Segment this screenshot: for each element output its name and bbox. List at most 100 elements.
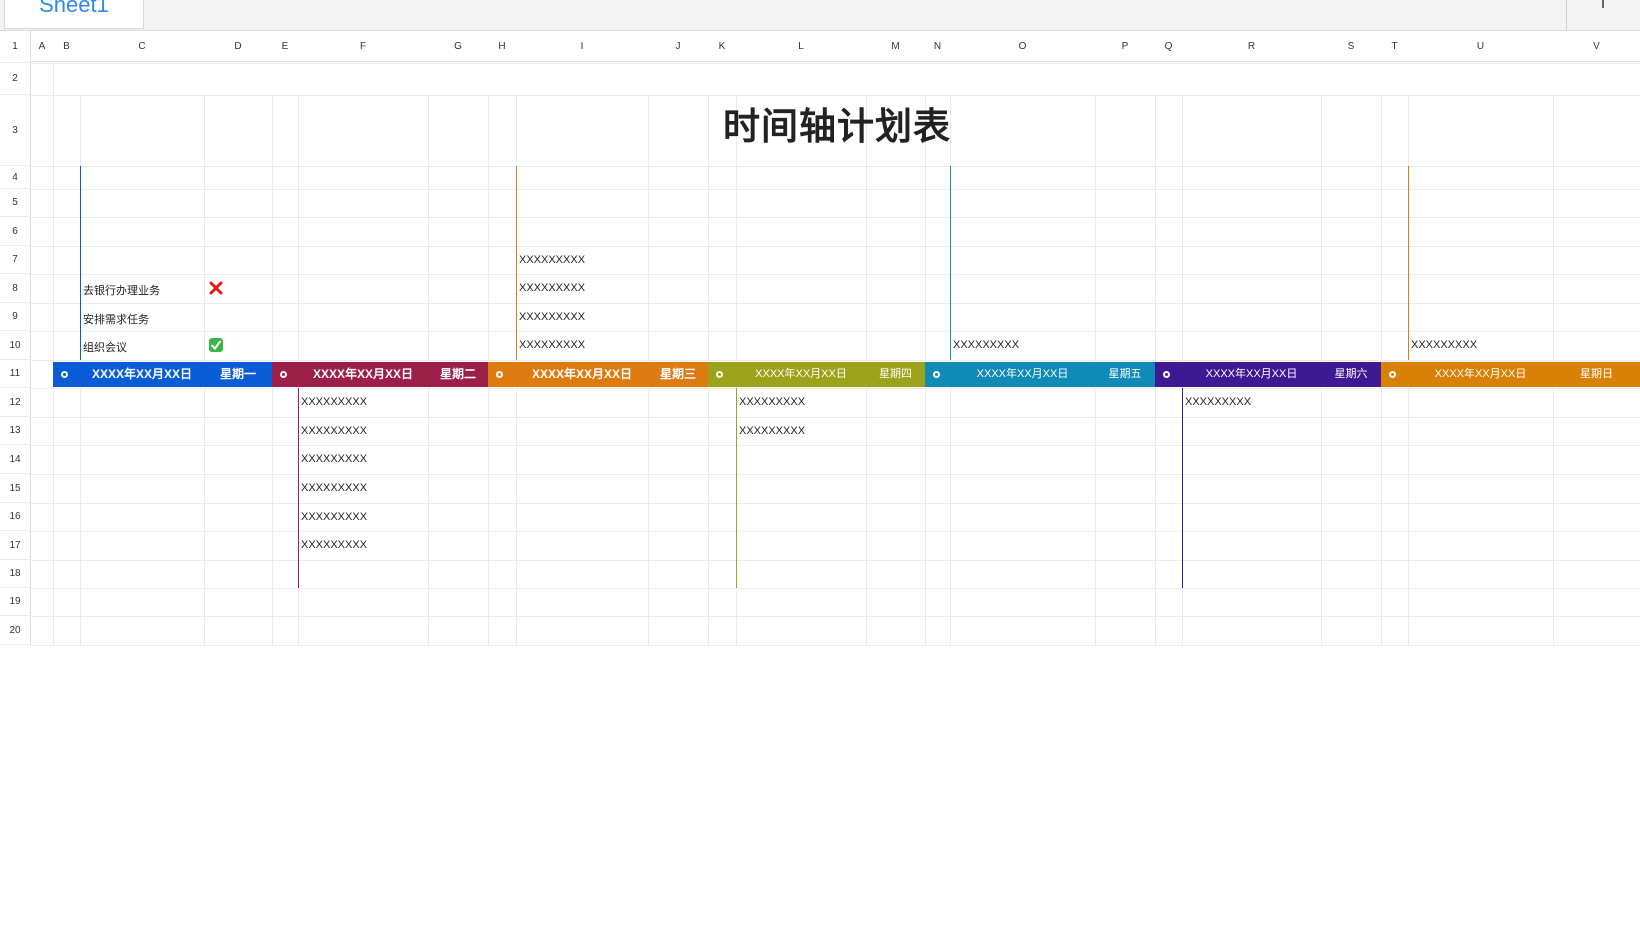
grid-row-line: [31, 417, 1640, 418]
timeline-connector: [298, 388, 299, 588]
column-header-e[interactable]: E: [272, 31, 298, 62]
column-header-b[interactable]: B: [53, 31, 80, 62]
day-date: XXXX年XX月XX日: [755, 368, 847, 380]
grid-row-line: [31, 166, 1640, 167]
day-date: XXXX年XX月XX日: [312, 367, 414, 381]
day-date: XXXX年XX月XX日: [531, 367, 633, 381]
row-header-7[interactable]: 7: [0, 246, 31, 274]
row-header-5[interactable]: 5: [0, 189, 31, 217]
column-header-k[interactable]: K: [708, 31, 736, 62]
day-date: XXXX年XX月XX日: [1434, 368, 1527, 380]
row-header-11[interactable]: 11: [0, 360, 31, 388]
grid-row-line: [31, 95, 1640, 96]
timeline-item: XXXXXXXXX: [739, 396, 806, 408]
timeline-item: XXXXXXXXX: [1185, 396, 1252, 408]
day-date: XXXX年XX月XX日: [91, 367, 193, 381]
grid-row-line: [31, 531, 1640, 532]
tab-bar-marker: [1602, 0, 1604, 8]
row-header-2[interactable]: 2: [0, 63, 31, 95]
day-date: XXXX年XX月XX日: [976, 368, 1069, 380]
day-weekday: 星期一: [219, 367, 256, 381]
column-header-v[interactable]: V: [1553, 31, 1640, 62]
row-header-17[interactable]: 17: [0, 531, 31, 560]
row-header-19[interactable]: 19: [0, 588, 31, 616]
day-bar[interactable]: XXXX年XX月XX日 星期四: [708, 362, 925, 387]
timeline-connector: [516, 166, 517, 360]
timeline-connector: [1408, 166, 1409, 360]
timeline-item: XXXXXXXXX: [301, 453, 368, 465]
column-header-d[interactable]: D: [204, 31, 272, 62]
row-header-4[interactable]: 4: [0, 166, 31, 189]
day-weekday: 星期六: [1334, 368, 1368, 380]
grid-row-line: [31, 331, 1640, 332]
sheet-tab[interactable]: Sheet1: [4, 0, 144, 29]
column-header-t[interactable]: T: [1381, 31, 1408, 62]
day-bar[interactable]: XXXX年XX月XX日 星期六: [1155, 362, 1381, 387]
grid-row-line: [31, 588, 1640, 589]
grid-row-line: [31, 360, 1640, 361]
column-header-u[interactable]: U: [1408, 31, 1553, 62]
column-header-j[interactable]: J: [648, 31, 708, 62]
row-header-16[interactable]: 16: [0, 503, 31, 531]
day-weekday: 星期三: [659, 367, 696, 381]
timeline-connector: [1182, 388, 1183, 588]
row-header-20[interactable]: 20: [0, 616, 31, 645]
row-header-3[interactable]: 3: [0, 95, 31, 166]
merged-title-cell: [54, 64, 1640, 95]
timeline-item: XXXXXXXXX: [739, 425, 806, 437]
column-header-q[interactable]: Q: [1155, 31, 1182, 62]
circle-marker-icon: [280, 371, 287, 378]
column-header-o[interactable]: O: [950, 31, 1095, 62]
column-header-i[interactable]: I: [516, 31, 648, 62]
sheet-tab-bar: Sheet1: [0, 0, 1640, 31]
timeline-item: XXXXXXXXX: [301, 511, 368, 523]
grid-row-line: [31, 560, 1640, 561]
column-header-m[interactable]: M: [866, 31, 925, 62]
column-header-c[interactable]: C: [80, 31, 204, 62]
row-header-1[interactable]: 1: [0, 31, 31, 63]
day-bar[interactable]: XXXX年XX月XX日 星期日: [1381, 362, 1640, 387]
row-header-12[interactable]: 12: [0, 388, 31, 417]
column-header-l[interactable]: L: [736, 31, 866, 62]
column-header-f[interactable]: F: [298, 31, 428, 62]
column-header-s[interactable]: S: [1321, 31, 1381, 62]
day-weekday: 星期二: [439, 367, 476, 381]
row-header-9[interactable]: 9: [0, 303, 31, 331]
timeline-item: XXXXXXXXX: [519, 339, 586, 351]
circle-marker-icon: [716, 371, 723, 378]
day-bar[interactable]: XXXX年XX月XX日 星期三: [488, 362, 708, 387]
task-label: 组织会议: [83, 342, 127, 354]
row-header-14[interactable]: 14: [0, 445, 31, 474]
column-header-n[interactable]: N: [925, 31, 950, 62]
grid-row-line: [31, 503, 1640, 504]
column-header-h[interactable]: H: [488, 31, 516, 62]
grid-row-line: [31, 388, 1640, 389]
column-header-a[interactable]: A: [31, 31, 53, 62]
day-weekday: 星期日: [1580, 368, 1613, 380]
timeline-item: XXXXXXXXX: [1411, 339, 1478, 351]
column-header-g[interactable]: G: [428, 31, 488, 62]
row-header-6[interactable]: 6: [0, 217, 31, 246]
timeline-item: XXXXXXXXX: [519, 311, 586, 323]
timeline-item: XXXXXXXXX: [301, 396, 368, 408]
column-header-p[interactable]: P: [1095, 31, 1155, 62]
grid-row-line: [31, 217, 1640, 218]
timeline-item: XXXXXXXXX: [519, 254, 586, 266]
day-bar[interactable]: XXXX年XX月XX日 星期一: [53, 362, 272, 387]
day-bar[interactable]: XXXX年XX月XX日 星期五: [925, 362, 1155, 387]
column-header-r[interactable]: R: [1182, 31, 1321, 62]
circle-marker-icon: [1163, 371, 1170, 378]
grid-row-line: [31, 303, 1640, 304]
row-header-13[interactable]: 13: [0, 417, 31, 445]
check-icon: [209, 338, 223, 352]
timeline-item: XXXXXXXXX: [301, 425, 368, 437]
day-bar[interactable]: XXXX年XX月XX日 星期二: [272, 362, 488, 387]
row-header-10[interactable]: 10: [0, 331, 31, 360]
row-header-18[interactable]: 18: [0, 560, 31, 588]
row-header-8[interactable]: 8: [0, 274, 31, 303]
grid-row-line: [31, 616, 1640, 617]
row-header-15[interactable]: 15: [0, 474, 31, 503]
spreadsheet-grid[interactable]: ABCDEFGHIJKLMNOPQRSTUV 1 2 3 4 5 6 7 8 9 10 11 12 13…: [0, 31, 1640, 676]
circle-marker-icon: [933, 371, 940, 378]
grid-row-line: [31, 445, 1640, 446]
